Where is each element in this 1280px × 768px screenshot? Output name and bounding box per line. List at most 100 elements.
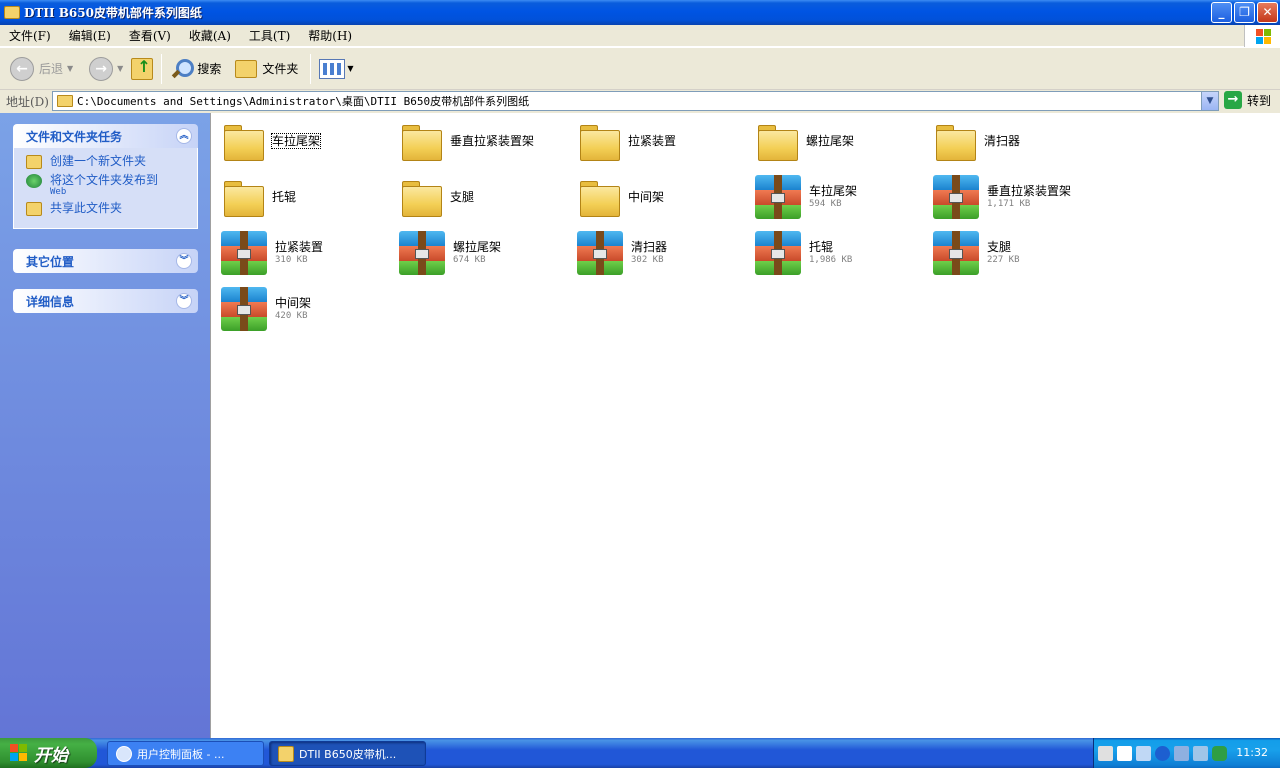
folder-item[interactable]: 垂直拉紧装置架 bbox=[394, 113, 572, 169]
folder-item[interactable]: 拉紧装置 bbox=[572, 113, 750, 169]
expand-chevron-icon[interactable]: ︾ bbox=[176, 293, 192, 309]
other-places-header[interactable]: 其它位置 ︾ bbox=[13, 249, 198, 273]
folder-item[interactable]: 车拉尾架 bbox=[216, 113, 394, 169]
share-folder-icon bbox=[26, 202, 42, 216]
rar-archive-icon bbox=[933, 175, 979, 219]
rar-archive-icon bbox=[221, 287, 267, 331]
archive-item[interactable]: 垂直拉紧装置架 1,171 KB bbox=[928, 169, 1106, 225]
window-title: DTII B650皮带机部件系列图纸 bbox=[24, 6, 202, 20]
folder-item[interactable]: 螺拉尾架 bbox=[750, 113, 928, 169]
file-name[interactable]: 螺拉尾架 bbox=[453, 240, 501, 254]
publish-web-label[interactable]: 将这个文件夹发布到 bbox=[50, 173, 158, 187]
file-size: 310 KB bbox=[275, 255, 308, 265]
archive-item[interactable]: 支腿 227 KB bbox=[928, 225, 1106, 281]
back-button[interactable]: ← 后退 ▼ bbox=[6, 53, 77, 85]
file-name[interactable]: 中间架 bbox=[628, 190, 664, 204]
file-name[interactable]: 螺拉尾架 bbox=[806, 134, 854, 148]
share-folder-label[interactable]: 共享此文件夹 bbox=[50, 201, 122, 215]
folders-button[interactable]: 文件夹 bbox=[231, 53, 302, 85]
file-size: 420 KB bbox=[275, 311, 308, 321]
file-name[interactable]: 支腿 bbox=[987, 240, 1020, 254]
file-name[interactable]: 垂直拉紧装置架 bbox=[987, 184, 1071, 198]
rar-archive-icon bbox=[399, 231, 445, 275]
address-path[interactable]: C:\Documents and Settings\Administrator\… bbox=[77, 93, 529, 109]
taskbar-item-explorer[interactable]: DTII B650皮带机... bbox=[269, 741, 426, 766]
details-header[interactable]: 详细信息 ︾ bbox=[13, 289, 198, 313]
minimize-button[interactable]: _ bbox=[1211, 2, 1232, 23]
help-icon[interactable] bbox=[1117, 745, 1132, 761]
archive-item[interactable]: 螺拉尾架 674 KB bbox=[394, 225, 572, 281]
new-folder-label[interactable]: 创建一个新文件夹 bbox=[50, 154, 146, 168]
start-button[interactable]: 开始 bbox=[0, 738, 97, 768]
new-folder-task[interactable]: 创建一个新文件夹 bbox=[26, 154, 197, 169]
go-label: 转到 bbox=[1247, 93, 1272, 108]
collapse-chevron-icon[interactable]: ︽ bbox=[176, 128, 192, 144]
rar-archive-icon bbox=[221, 231, 267, 275]
address-dropdown-button[interactable]: ▼ bbox=[1201, 92, 1218, 110]
file-name[interactable]: 车拉尾架 bbox=[270, 133, 322, 149]
close-button[interactable]: ✕ bbox=[1257, 2, 1278, 23]
folder-item[interactable]: 托辊 bbox=[216, 169, 394, 225]
ime-icon[interactable] bbox=[1136, 745, 1151, 761]
file-name[interactable]: 垂直拉紧装置架 bbox=[450, 134, 534, 148]
publish-web-sublabel[interactable]: Web bbox=[50, 187, 158, 197]
file-tasks-panel: 文件和文件夹任务 ︽ 创建一个新文件夹 将这个文件夹发布到 Web 共享此文件夹 bbox=[13, 124, 198, 229]
forward-dropdown-icon[interactable]: ▼ bbox=[117, 64, 123, 73]
archive-item[interactable]: 托辊 1,986 KB bbox=[750, 225, 928, 281]
file-list[interactable]: 车拉尾架 垂直拉紧装置架 拉紧装置 螺拉尾架 清扫器 托辊 支腿 中间架 车拉尾架 594 KB 垂… bbox=[210, 113, 1280, 738]
archive-item[interactable]: 中间架 420 KB bbox=[216, 281, 394, 337]
file-name[interactable]: 清扫器 bbox=[631, 240, 667, 254]
address-input[interactable]: C:\Documents and Settings\Administrator\… bbox=[52, 91, 1219, 111]
folder-icon bbox=[758, 123, 798, 161]
menu-file[interactable]: 文件(F) bbox=[0, 27, 60, 44]
security-shield-icon[interactable] bbox=[1212, 745, 1227, 761]
title-bar[interactable]: DTII B650皮带机部件系列图纸 _ ❐ ✕ bbox=[0, 0, 1280, 25]
file-name[interactable]: 支腿 bbox=[450, 190, 474, 204]
details-panel: 详细信息 ︾ bbox=[13, 289, 198, 313]
taskbar-item-label: DTII B650皮带机... bbox=[299, 747, 397, 761]
folder-icon bbox=[57, 95, 73, 107]
network-icon[interactable] bbox=[1174, 745, 1189, 761]
menu-view[interactable]: 查看(V) bbox=[120, 27, 180, 44]
file-name[interactable]: 托辊 bbox=[809, 240, 852, 254]
taskbar-item-label: 用户控制面板 - ... bbox=[137, 747, 225, 761]
clock[interactable]: 11:32 bbox=[1236, 746, 1268, 759]
file-size: 594 KB bbox=[809, 199, 842, 209]
menu-tools[interactable]: 工具(T) bbox=[240, 27, 299, 44]
up-button[interactable] bbox=[127, 53, 157, 85]
go-button[interactable]: → 转到 bbox=[1224, 91, 1271, 109]
file-name[interactable]: 车拉尾架 bbox=[809, 184, 857, 198]
folder-item[interactable]: 中间架 bbox=[572, 169, 750, 225]
menu-favorites[interactable]: 收藏(A) bbox=[180, 27, 240, 44]
publish-web-task[interactable]: 将这个文件夹发布到 Web bbox=[26, 173, 197, 197]
folder-item[interactable]: 支腿 bbox=[394, 169, 572, 225]
archive-item[interactable]: 拉紧装置 310 KB bbox=[216, 225, 394, 281]
search-button[interactable]: 搜索 bbox=[166, 53, 225, 85]
archive-item[interactable]: 清扫器 302 KB bbox=[572, 225, 750, 281]
folder-icon bbox=[580, 179, 620, 217]
file-name[interactable]: 拉紧装置 bbox=[275, 240, 323, 254]
rar-archive-icon bbox=[933, 231, 979, 275]
file-name[interactable]: 拉紧装置 bbox=[628, 134, 676, 148]
share-folder-task[interactable]: 共享此文件夹 bbox=[26, 201, 197, 216]
speaker-icon[interactable] bbox=[1193, 745, 1208, 761]
menu-help[interactable]: 帮助(H) bbox=[299, 27, 361, 44]
archive-item[interactable]: 车拉尾架 594 KB bbox=[750, 169, 928, 225]
back-label: 后退 bbox=[39, 62, 64, 76]
file-tasks-header[interactable]: 文件和文件夹任务 ︽ bbox=[13, 124, 198, 148]
forward-button[interactable]: → ▼ bbox=[85, 53, 127, 85]
file-name[interactable]: 清扫器 bbox=[984, 134, 1020, 148]
file-name[interactable]: 中间架 bbox=[275, 296, 311, 310]
back-dropdown-icon[interactable]: ▼ bbox=[67, 64, 73, 73]
menu-edit[interactable]: 编辑(E) bbox=[60, 27, 120, 44]
taskbar-item-control-panel[interactable]: 用户控制面板 - ... bbox=[107, 741, 264, 766]
keyboard-icon[interactable] bbox=[1098, 745, 1113, 761]
views-dropdown-icon[interactable]: ▼ bbox=[347, 64, 353, 73]
folder-item[interactable]: 清扫器 bbox=[928, 113, 1106, 169]
restore-button[interactable]: ❐ bbox=[1234, 2, 1255, 23]
show-hidden-icons-icon[interactable] bbox=[1155, 745, 1170, 761]
folder-icon bbox=[4, 6, 20, 19]
file-name[interactable]: 托辊 bbox=[272, 190, 296, 204]
views-button[interactable]: ▼ bbox=[315, 53, 357, 85]
expand-chevron-icon[interactable]: ︾ bbox=[176, 253, 192, 269]
